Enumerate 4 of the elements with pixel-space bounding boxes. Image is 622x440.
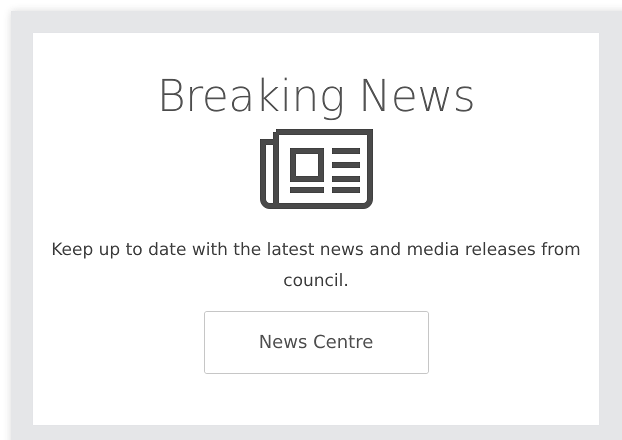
- news-centre-button[interactable]: News Centre: [204, 311, 428, 374]
- newspaper-icon: [259, 129, 373, 209]
- card-description: Keep up to date with the latest news and media releases from council.: [50, 239, 582, 293]
- card-title: Breaking News: [156, 70, 476, 124]
